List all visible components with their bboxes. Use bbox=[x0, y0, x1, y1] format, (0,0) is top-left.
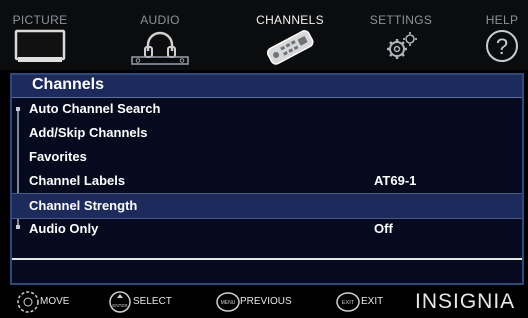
menu-item-label: Channel Labels bbox=[29, 173, 126, 188]
menu-item-favorites[interactable]: Favorites bbox=[12, 145, 522, 169]
menu-item-auto-channel-search[interactable]: Auto Channel Search bbox=[12, 97, 522, 121]
question-icon: ? bbox=[476, 27, 528, 67]
menu-item-label: Auto Channel Search bbox=[29, 101, 161, 116]
channels-menu-panel: Channels Auto Channel Search Add/Skip Ch… bbox=[10, 73, 524, 285]
exit-button-icon: EXIT bbox=[336, 292, 360, 312]
button-hint-bar: MOVE ENTER SELECT MENU PREVIOUS EXIT EXI… bbox=[0, 286, 528, 318]
hint-select: ENTER SELECT bbox=[108, 290, 198, 314]
menu-button-icon: MENU bbox=[216, 292, 240, 312]
panel-title: Channels bbox=[32, 76, 105, 93]
hint-previous: MENU PREVIOUS bbox=[216, 290, 316, 314]
panel-title-bar: Channels bbox=[12, 75, 522, 98]
remote-control-icon bbox=[245, 27, 335, 67]
panel-divider bbox=[12, 258, 522, 260]
dpad-icon bbox=[17, 291, 39, 313]
menu-item-audio-only[interactable]: Audio Only Off bbox=[12, 217, 522, 241]
tab-channels[interactable]: CHANNELS bbox=[245, 0, 335, 70]
gears-icon bbox=[366, 27, 436, 67]
headphones-icon bbox=[128, 27, 192, 67]
hint-previous-label: PREVIOUS bbox=[240, 296, 292, 307]
tab-audio-label: AUDIO bbox=[140, 13, 180, 27]
tab-help-label: HELP bbox=[485, 13, 519, 27]
menu-item-label: Channel Strength bbox=[29, 198, 138, 213]
hint-move-label: MOVE bbox=[40, 296, 70, 307]
tab-audio[interactable]: AUDIO bbox=[128, 0, 192, 70]
menu-item-label: Add/Skip Channels bbox=[29, 125, 148, 140]
enter-key-label: ENTER bbox=[112, 303, 128, 308]
tv-icon bbox=[8, 27, 72, 67]
tab-settings[interactable]: SETTINGS bbox=[366, 0, 436, 70]
tab-channels-label: CHANNELS bbox=[256, 13, 324, 27]
menu-item-label: Audio Only bbox=[29, 221, 99, 236]
menu-item-channel-strength[interactable]: Channel Strength bbox=[12, 193, 522, 219]
tab-settings-label: SETTINGS bbox=[369, 13, 433, 27]
menu-tab-bar: PICTURE AUDIO CHANNELS SETTINGS HELP ? bbox=[0, 0, 528, 70]
tab-picture-label: PICTURE bbox=[12, 13, 68, 27]
hint-exit-label: EXIT bbox=[361, 296, 384, 307]
exit-key-label: EXIT bbox=[342, 300, 355, 306]
menu-key-label: MENU bbox=[221, 300, 236, 306]
svg-text:?: ? bbox=[496, 34, 508, 59]
tab-picture[interactable]: PICTURE bbox=[8, 0, 72, 70]
enter-button-icon: ENTER bbox=[109, 291, 131, 313]
insignia-logo: INSIGNIA bbox=[415, 290, 516, 313]
hint-select-label: SELECT bbox=[133, 296, 172, 307]
menu-item-value: AT69-1 bbox=[374, 173, 417, 188]
hint-exit: EXIT EXIT bbox=[336, 290, 406, 314]
tab-help[interactable]: HELP ? bbox=[476, 0, 528, 70]
menu-item-label: Favorites bbox=[29, 149, 87, 164]
menu-item-add-skip-channels[interactable]: Add/Skip Channels bbox=[12, 121, 522, 145]
menu-item-value: Off bbox=[374, 221, 393, 236]
menu-item-channel-labels[interactable]: Channel Labels AT69-1 bbox=[12, 169, 522, 193]
hint-move: MOVE bbox=[16, 290, 86, 314]
